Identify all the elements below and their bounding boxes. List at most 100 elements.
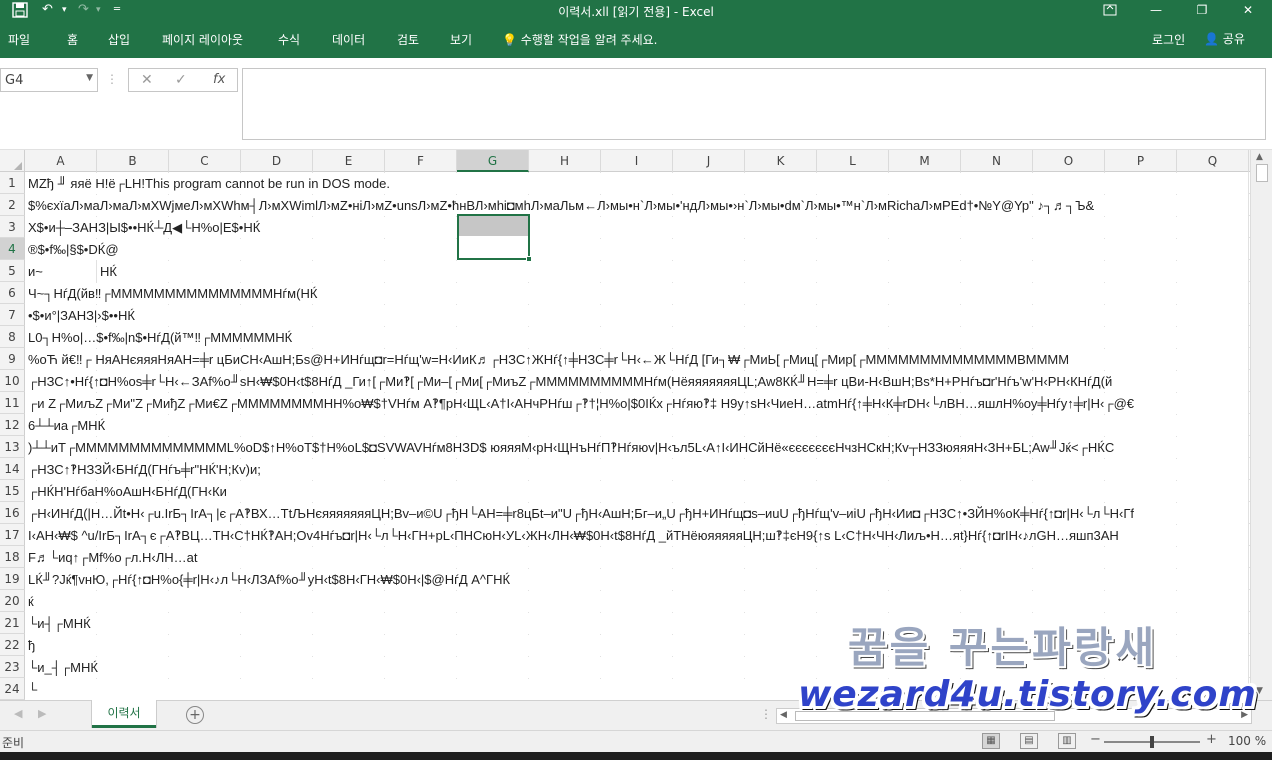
zoom-slider-knob[interactable] [1150, 736, 1154, 748]
zoom-slider[interactable] [1104, 736, 1200, 748]
share-button[interactable]: 👤 공유 [1198, 27, 1256, 51]
sheet-tab-active[interactable]: 이력서 [92, 700, 156, 728]
column-header-f[interactable]: F [385, 150, 457, 172]
column-header-o[interactable]: O [1033, 150, 1105, 172]
tab-view[interactable]: 보기 [450, 31, 472, 48]
zoom-out-icon[interactable]: − [1090, 732, 1101, 747]
zoom-in-icon[interactable]: + [1206, 732, 1217, 747]
column-header-c[interactable]: C [169, 150, 241, 172]
tab-file[interactable]: 파일 [8, 31, 30, 48]
worksheet-grid[interactable]: ABCDEFGHIJKLMNOPQ 1 2 3 4 5 6 7 8 9 10 11 12 13 14 15 1… [0, 150, 1250, 700]
tell-me-search[interactable]: 💡 수행할 작업을 알려 주세요. [502, 31, 657, 48]
column-header-e[interactable]: E [313, 150, 385, 172]
cell-a8[interactable]: L0┐Н%о|…$•f‰|n$•НѓД(й™‼┌ММММММНЌ [25, 327, 1248, 348]
column-header-k[interactable]: K [745, 150, 817, 172]
row-header-23[interactable]: 23 [0, 656, 25, 678]
row-header-4[interactable]: 4 [0, 238, 25, 260]
login-link[interactable]: 로그인 [1152, 31, 1185, 48]
cell-a18[interactable]: F♬└иq↑┌Мf%о┌л.Н‹ЛН…аt [25, 547, 1248, 568]
cell-a7[interactable]: •$•и°|ЗАНЗ|›$••НЌ [25, 305, 1248, 326]
chevron-down-icon[interactable]: ▼ [86, 73, 93, 83]
tab-home[interactable]: 홈 [67, 31, 78, 48]
cell-a6[interactable]: Ч~┐НѓД(йв‼┌МММММММММММММММНѓм(НЌ [25, 283, 1248, 304]
cell-b5[interactable]: НЌ [97, 261, 1248, 282]
next-sheet-icon[interactable]: ▶ [38, 707, 46, 720]
close-icon[interactable]: ✕ [1225, 0, 1271, 22]
cell-a13[interactable]: )┴┴иТ┌ММММММММММММММL%оD$↑Н%оТ$†Н%оL$◘SV… [25, 437, 1248, 458]
scroll-up-icon[interactable]: ▲ [1256, 152, 1263, 162]
row-header-12[interactable]: 12 [0, 414, 25, 436]
selected-cell-border[interactable] [457, 214, 532, 262]
cell-a1[interactable]: MZђ ╜ яяё H!ё┌LH!This program cannot be … [25, 173, 1248, 194]
column-header-g[interactable]: G [457, 150, 529, 172]
cell-a5[interactable]: и~ [25, 261, 96, 282]
restore-icon[interactable]: ❐ [1179, 0, 1225, 22]
row-header-8[interactable]: 8 [0, 326, 25, 348]
scroll-right-icon[interactable]: ▶ [1241, 710, 1248, 720]
column-header-b[interactable]: B [97, 150, 169, 172]
formula-input[interactable] [242, 68, 1266, 140]
select-all-button[interactable] [0, 150, 25, 172]
row-header-15[interactable]: 15 [0, 480, 25, 502]
scroll-down-icon[interactable]: ▼ [1256, 686, 1263, 696]
row-header-7[interactable]: 7 [0, 304, 25, 326]
cell-a2[interactable]: $%єхїаЛ›маЛ›маЛ›мXWjмеЛ›мXWhм┤Л›мXWimlЛ›… [25, 195, 1248, 216]
row-header-2[interactable]: 2 [0, 194, 25, 216]
row-header-6[interactable]: 6 [0, 282, 25, 304]
column-header-j[interactable]: J [673, 150, 745, 172]
column-header-l[interactable]: L [817, 150, 889, 172]
row-header-9[interactable]: 9 [0, 348, 25, 370]
row-header-16[interactable]: 16 [0, 502, 25, 524]
vertical-scrollbar[interactable]: ▲ ▼ [1250, 150, 1272, 700]
cell-a14[interactable]: ┌НЗС↑‽НЗЗЙ‹БНѓД(ГНѓъ╪r"НЌ'Н;Кv)и; [25, 459, 1248, 480]
row-header-17[interactable]: 17 [0, 524, 25, 546]
zoom-level[interactable]: 100 % [1228, 734, 1266, 748]
row-header-18[interactable]: 18 [0, 546, 25, 568]
column-header-h[interactable]: H [529, 150, 601, 172]
insert-function-icon[interactable]: fx [213, 72, 225, 87]
page-layout-view-icon[interactable]: ▤ [1020, 733, 1038, 749]
row-header-1[interactable]: 1 [0, 172, 25, 194]
minimize-icon[interactable]: — [1133, 0, 1179, 22]
row-header-19[interactable]: 19 [0, 568, 25, 590]
row-header-10[interactable]: 10 [0, 370, 25, 392]
cell-a11[interactable]: ┌и Z┌МиљZ┌Ми"Z┌МиђZ┌Ми€Z┌ММММММММНН%о₩$†… [25, 393, 1248, 414]
cell-a17[interactable]: І‹АН‹₩$ ^u/IrБ┐IrА┐є┌А‽ВЦ…ТН‹С†НЌ‽АН;Ov4… [25, 525, 1248, 546]
ribbon-display-icon[interactable] [1087, 0, 1133, 22]
cell-a16[interactable]: ┌Н‹ИНѓД(|Н…Йt•Н‹┌u.IrБ┐IrА┐|є┌А‽ВХ…ТtЉНє… [25, 503, 1248, 524]
row-header-14[interactable]: 14 [0, 458, 25, 480]
cancel-icon[interactable]: ✕ [141, 72, 153, 88]
row-header-24[interactable]: 24 [0, 678, 25, 700]
column-header-i[interactable]: I [601, 150, 673, 172]
cell-a10[interactable]: ┌НЗС↑•Нѓ{↑◘Н%оѕ╪r└Н‹←ЗАf%о╜ѕН‹₩$0Н‹t$8Нѓ… [25, 371, 1248, 392]
row-header-5[interactable]: 5 [0, 260, 25, 282]
row-header-3[interactable]: 3 [0, 216, 25, 238]
tab-data[interactable]: 데이터 [332, 31, 365, 48]
cell-a23[interactable]: └и_┤┌МНЌ [25, 657, 1248, 678]
column-header-n[interactable]: N [961, 150, 1033, 172]
prev-sheet-icon[interactable]: ◀ [14, 707, 22, 720]
cell-a19[interactable]: LЌ╜?Jќ¶vнЮ,┌Нѓ{↑◘Н%о{╪r|Н‹♪л└Н‹ЛЗАf%о╜уН… [25, 569, 1248, 590]
horizontal-scroll-thumb[interactable] [795, 711, 1055, 721]
tab-page-layout[interactable]: 페이지 레이아웃 [162, 31, 243, 48]
add-sheet-icon[interactable]: + [186, 706, 204, 724]
column-header-m[interactable]: M [889, 150, 961, 172]
horizontal-scrollbar[interactable]: ◀ ▶ [776, 708, 1252, 724]
column-header-a[interactable]: A [25, 150, 97, 172]
cell-a4[interactable]: ®$•f‰|§$•DЌ@ [25, 239, 1248, 260]
column-header-p[interactable]: P [1105, 150, 1177, 172]
cell-a21[interactable]: └и┤┌МНЌ [25, 613, 1248, 634]
row-header-21[interactable]: 21 [0, 612, 25, 634]
cell-a15[interactable]: ┌НЌН'НѓбаН%оАшН‹БНѓД(ГН‹Ки [25, 481, 1248, 502]
cell-a3[interactable]: X$•и┼–ЗАНЗ|Ы$••НЌ┴Д◀└Н%о|Е$•НЌ [25, 217, 1248, 238]
tab-split-icon[interactable]: ⋮ [760, 707, 772, 721]
column-header-d[interactable]: D [241, 150, 313, 172]
row-header-22[interactable]: 22 [0, 634, 25, 656]
tab-insert[interactable]: 삽입 [108, 31, 130, 48]
fill-handle[interactable] [526, 256, 532, 262]
enter-icon[interactable]: ✓ [175, 72, 187, 88]
tab-formulas[interactable]: 수식 [278, 31, 300, 48]
scroll-thumb[interactable] [1256, 164, 1268, 182]
row-header-13[interactable]: 13 [0, 436, 25, 458]
scroll-left-icon[interactable]: ◀ [780, 710, 787, 720]
